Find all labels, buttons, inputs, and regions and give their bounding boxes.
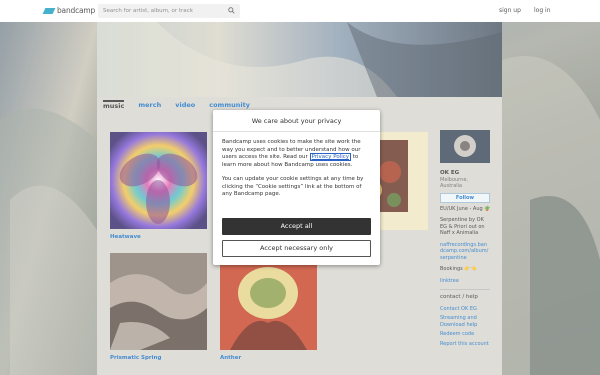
dialog-title: We care about your privacy (213, 110, 380, 132)
dialog-body: Bandcamp uses cookies to make the site w… (213, 132, 380, 199)
accept-all-button[interactable]: Accept all (222, 218, 371, 235)
accept-necessary-button[interactable]: Accept necessary only (222, 240, 371, 257)
privacy-dialog: We care about your privacy Bandcamp uses… (213, 110, 380, 265)
cookie-settings-paragraph: You can update your cookie settings at a… (222, 175, 364, 198)
privacy-policy-link[interactable]: Privacy Policy (309, 153, 352, 162)
privacy-paragraph: Bandcamp uses cookies to make the site w… (222, 139, 371, 170)
